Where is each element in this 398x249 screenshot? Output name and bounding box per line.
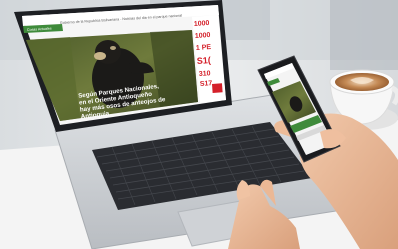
ad-line-5: 310 [199, 70, 211, 78]
ad-line-1: 1000 [194, 20, 210, 28]
ad-line-3: 1 PE [196, 44, 212, 52]
ad-line-2: 1000 [195, 32, 211, 40]
scene-illustration: Gobierno de la Republica Bolivariana - N… [0, 0, 398, 249]
ad-line-4: S1( [196, 55, 211, 66]
ad-line-6: S17 [200, 80, 213, 88]
ad-logo [212, 83, 223, 93]
photo-scene: Gobierno de la Republica Bolivariana - N… [0, 0, 398, 249]
